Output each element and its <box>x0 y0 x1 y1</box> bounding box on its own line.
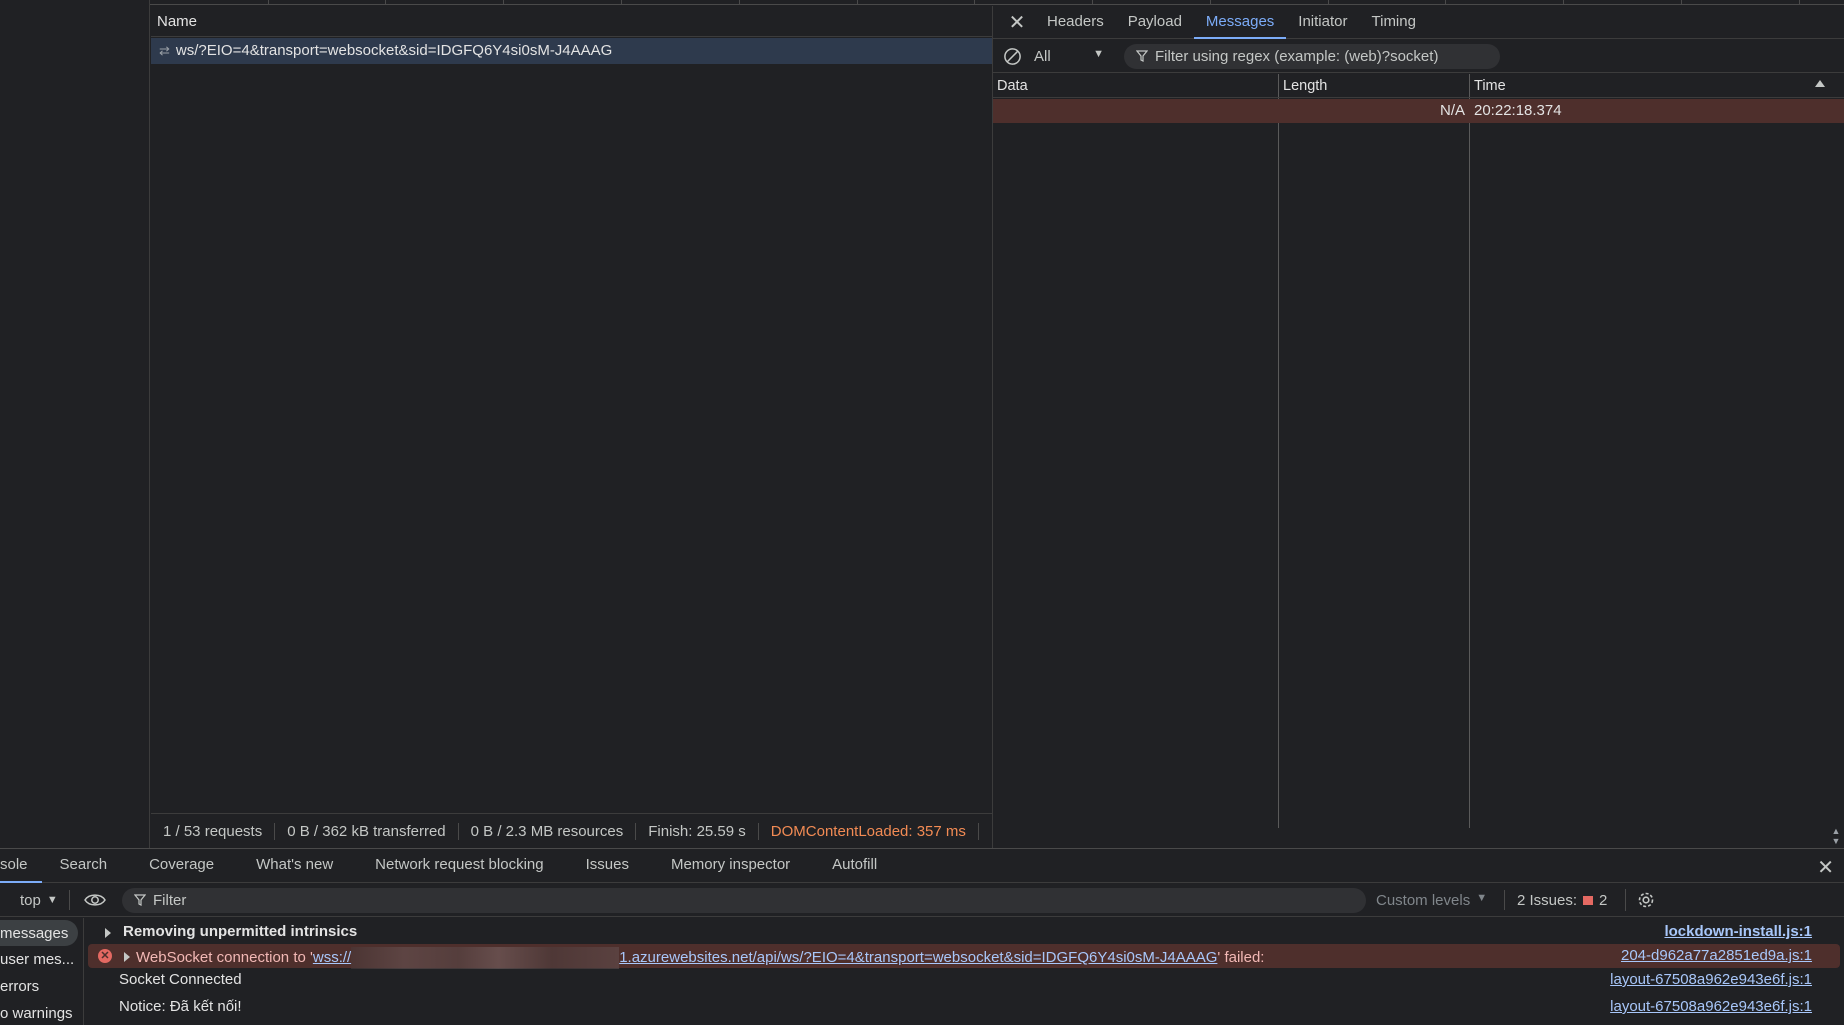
context-select[interactable]: top ▼ <box>0 890 70 910</box>
message-text: Socket Connected <box>119 971 242 988</box>
message-row[interactable]: N/A 20:22:18.374 <box>993 99 1844 123</box>
sort-ascending-icon[interactable] <box>1815 80 1825 87</box>
websocket-icon: ⇄ <box>159 43 170 58</box>
message-text: WebSocket connection to 'wss:// 1.azurewe… <box>136 947 1264 969</box>
issues-counter[interactable]: 2 Issues: 2 <box>1504 890 1607 910</box>
console-toolbar: top ▼ Filter Custom levels ▼ 2 Issues: 2 <box>0 884 1844 917</box>
message-time: 20:22:18.374 <box>1474 102 1562 119</box>
filter-icon <box>1136 50 1148 62</box>
message-type-value: All <box>1034 47 1051 65</box>
tab-coverage[interactable]: Coverage <box>131 849 238 883</box>
console-sidebar: messages user mes... errors o warnings <box>0 918 84 1025</box>
message-length: N/A <box>1439 102 1465 119</box>
request-detail-pane: ✕ Headers Payload Messages Initiator Tim… <box>992 6 1844 848</box>
console-messages: Removing unpermitted intrinsics lockdown… <box>88 918 1844 1025</box>
column-data: Data <box>993 74 1279 828</box>
filter-icon <box>134 894 146 906</box>
error-icon: ✕ <box>98 949 112 963</box>
tab-console[interactable]: sole <box>0 849 42 883</box>
timeline-overview[interactable] <box>150 0 1844 5</box>
console-message[interactable]: Removing unpermitted intrinsics lockdown… <box>88 920 1840 944</box>
dropdown-arrow-icon: ▼ <box>46 894 58 906</box>
dropdown-arrow-icon: ▼ <box>1476 891 1488 904</box>
dropdown-arrow-icon: ▼ <box>1093 47 1104 60</box>
close-icon[interactable]: ✕ <box>999 10 1035 35</box>
message-source-link[interactable]: 204-d962a77a2851ed9a.js:1 <box>1621 947 1812 964</box>
sidebar-item-errors[interactable]: errors <box>0 973 83 1000</box>
websocket-url-link[interactable]: wss:// 1.azurewebsites.net/api/ws/?EIO=4&… <box>312 947 1218 969</box>
messages-header-row <box>993 74 1844 98</box>
console-message[interactable]: Notice: Đã kết nối! layout-67508a962e943… <box>88 995 1840 1019</box>
sidebar-item-warnings[interactable]: o warnings <box>0 1000 83 1025</box>
message-source-link[interactable]: layout-67508a962e943e6f.js:1 <box>1610 971 1812 988</box>
filter-placeholder: Filter using regex (example: (web)?socke… <box>1155 47 1439 65</box>
scroll-arrows[interactable]: ▲ ▼ <box>1828 826 1844 848</box>
eye-icon[interactable] <box>84 892 106 908</box>
sidebar-item-user-messages[interactable]: user mes... <box>0 946 83 973</box>
tab-messages[interactable]: Messages <box>1193 6 1287 39</box>
tab-timing[interactable]: Timing <box>1360 6 1428 39</box>
context-value: top <box>20 891 41 909</box>
message-suffix: ' failed: <box>1217 948 1265 966</box>
status-load: Lo <box>979 823 992 840</box>
console-drawer: sole Search Coverage What's new Network … <box>0 848 1844 1025</box>
issue-flag-icon <box>1583 895 1594 905</box>
message-prefix: WebSocket connection to ' <box>136 948 313 966</box>
tab-memory-inspector[interactable]: Memory inspector <box>653 849 814 883</box>
redacted-region <box>351 947 620 969</box>
tab-headers[interactable]: Headers <box>1035 6 1116 39</box>
tab-autofill[interactable]: Autofill <box>814 849 901 883</box>
settings-gear-icon[interactable] <box>1625 889 1656 911</box>
status-domcontentloaded: DOMContentLoaded: 357 ms <box>759 822 979 840</box>
drawer-tabbar: sole Search Coverage What's new Network … <box>0 849 1844 883</box>
messages-table: Data Length Time N/A 20:22:18.374 <box>993 74 1844 828</box>
detail-tabbar: ✕ Headers Payload Messages Initiator Tim… <box>993 6 1844 39</box>
column-time: Time <box>1470 74 1844 828</box>
column-header-label: Name <box>157 13 198 30</box>
tab-search[interactable]: Search <box>42 849 132 883</box>
request-name: ws/?EIO=4&transport=websocket&sid=IDGFQ6… <box>175 42 613 59</box>
clear-icon[interactable] <box>1003 47 1022 66</box>
message-source-link[interactable]: lockdown-install.js:1 <box>1664 923 1812 940</box>
message-text: Removing unpermitted intrinsics <box>123 923 358 940</box>
status-requests: 1 / 53 requests <box>151 822 276 840</box>
tab-network-request-blocking[interactable]: Network request blocking <box>357 849 567 883</box>
status-finish: Finish: 25.59 s <box>636 822 759 840</box>
tab-issues[interactable]: Issues <box>568 849 653 883</box>
drawer-close-icon[interactable]: ✕ <box>1817 855 1834 880</box>
log-levels-value: Custom levels <box>1376 891 1471 909</box>
tab-initiator[interactable]: Initiator <box>1286 6 1359 39</box>
url-end: 1.azurewebsites.net/api/ws/?EIO=4&transp… <box>619 948 1218 966</box>
message-type-select[interactable]: All ▼ <box>1034 48 1104 65</box>
console-error-message[interactable]: ✕ WebSocket connection to 'wss:// 1.azure… <box>88 944 1840 969</box>
column-length: Length <box>1279 74 1470 828</box>
console-message[interactable]: Socket Connected layout-67508a962e943e6f… <box>88 968 1840 992</box>
message-filter-input[interactable]: Filter using regex (example: (web)?socke… <box>1124 43 1500 69</box>
request-list: Name ⇄ ws/?EIO=4&transport=websocket&sid=… <box>151 6 992 813</box>
url-start: wss:// <box>312 948 352 966</box>
left-sidebar <box>0 0 150 848</box>
issues-count: 2 <box>1599 891 1608 909</box>
status-transferred: 0 B / 362 kB transferred <box>275 822 459 840</box>
request-row[interactable]: ⇄ ws/?EIO=4&transport=websocket&sid=IDGFQ… <box>151 38 992 64</box>
log-levels-select[interactable]: Custom levels ▼ <box>1376 892 1494 909</box>
expand-icon[interactable] <box>105 928 111 938</box>
console-filter-placeholder: Filter <box>153 891 187 909</box>
messages-toolbar: All ▼ Filter using regex (example: (web)… <box>993 40 1844 73</box>
message-text: Notice: Đã kết nối! <box>119 998 242 1015</box>
message-source-link[interactable]: layout-67508a962e943e6f.js:1 <box>1610 998 1812 1015</box>
tab-payload[interactable]: Payload <box>1116 6 1194 39</box>
status-resources: 0 B / 2.3 MB resources <box>459 822 637 840</box>
expand-icon[interactable] <box>124 952 130 962</box>
console-filter-input[interactable]: Filter <box>122 887 1366 913</box>
sidebar-item-messages[interactable]: messages <box>0 920 78 946</box>
issues-label: 2 Issues: <box>1517 891 1578 909</box>
network-status-bar: 1 / 53 requests 0 B / 362 kB transferred… <box>151 813 992 848</box>
tab-whats-new[interactable]: What's new <box>238 849 357 883</box>
column-header-name[interactable]: Name <box>151 6 992 37</box>
